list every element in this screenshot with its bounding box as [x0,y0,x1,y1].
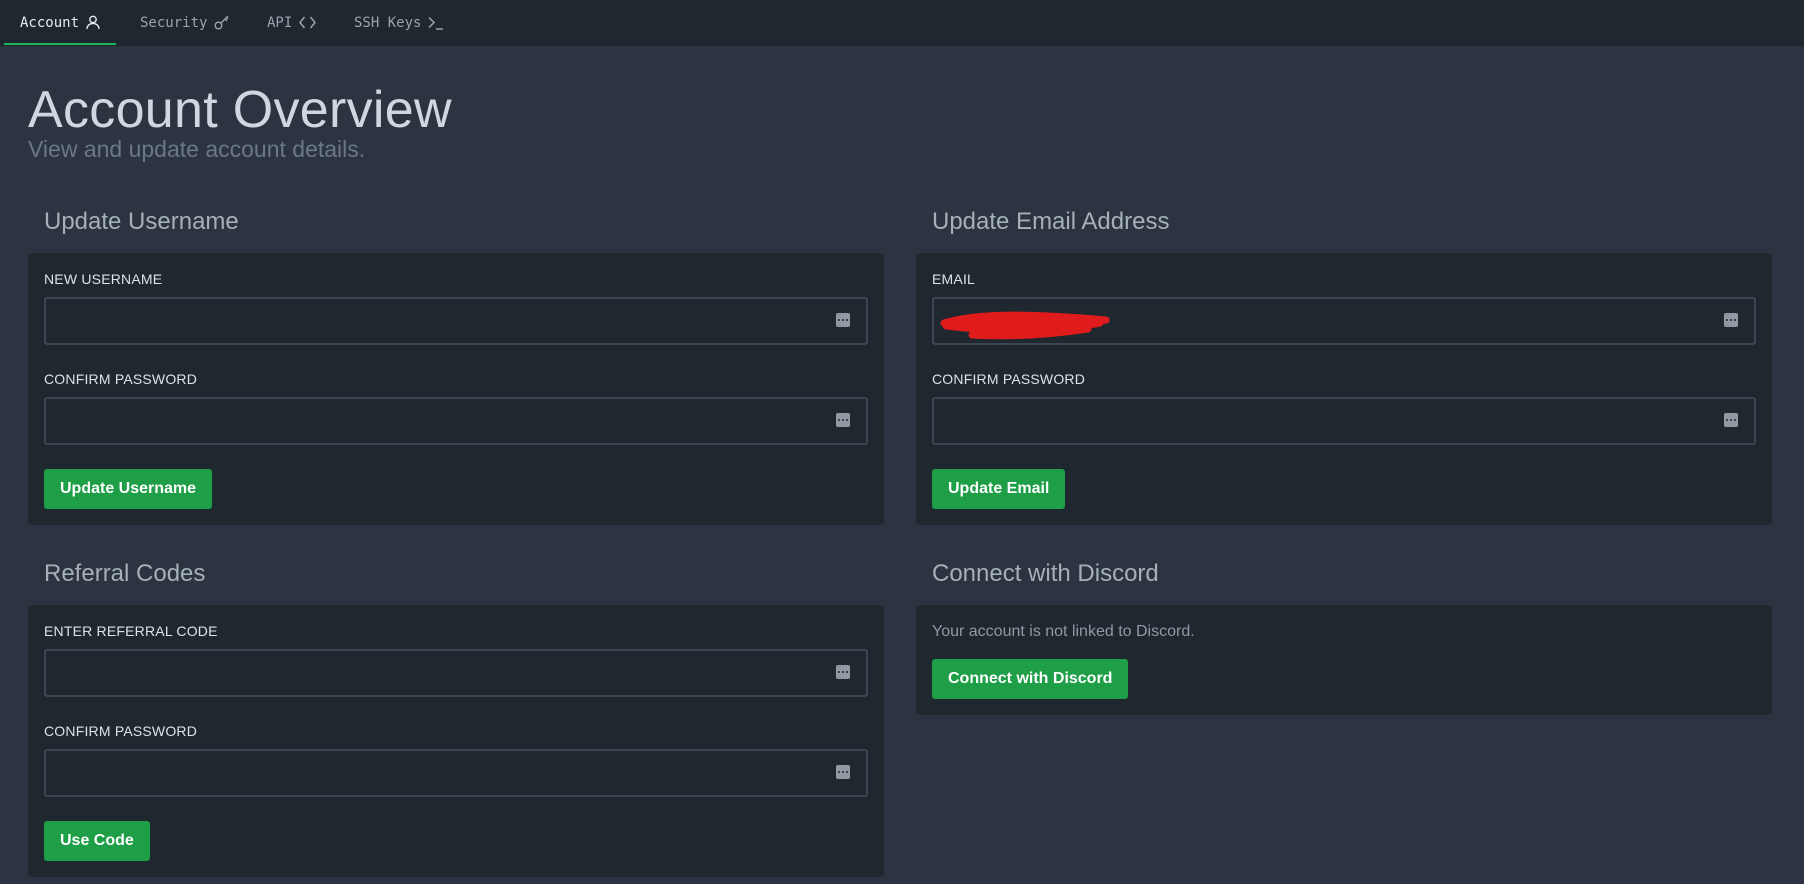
username-confirm-password-input[interactable] [46,399,866,443]
new-username-input[interactable] [46,299,866,343]
username-confirm-password-label: CONFIRM PASSWORD [44,371,198,387]
tab-ssh-keys-label: SSH Keys [354,14,422,31]
email-confirm-password-label: CONFIRM PASSWORD [932,371,1086,387]
email-field [932,297,1756,345]
email-label: EMAIL [932,271,976,287]
autofill-menu-icon[interactable] [836,665,850,679]
tab-api-label: API [267,14,293,31]
user-icon [86,15,100,30]
referral-code-label: ENTER REFERRAL CODE [44,623,218,639]
tab-security-label: Security [140,14,208,31]
connect-discord-button[interactable]: Connect with Discord [932,659,1129,699]
autofill-menu-icon[interactable] [836,765,850,779]
tab-ssh-keys[interactable]: SSH Keys [354,0,444,45]
redaction-scribble [940,311,1110,340]
discord-status-text: Your account is not linked to Discord. [932,623,1195,640]
email-confirm-password-field [932,397,1756,445]
top-navigation: Account Security API SSH Keys [0,0,1804,46]
key-icon [214,15,230,30]
tab-security[interactable]: Security [140,0,230,45]
referral-confirm-password-input[interactable] [46,751,866,795]
page-subtitle: View and update account details. [28,136,366,162]
code-brackets-icon [299,16,317,29]
update-username-title: Update Username [44,208,239,235]
referral-confirm-password-field [44,749,868,797]
terminal-prompt-icon [428,16,444,30]
autofill-menu-icon[interactable] [836,313,850,327]
page-title: Account Overview [28,81,452,139]
autofill-menu-icon[interactable] [1724,413,1738,427]
referral-code-field [44,649,868,697]
autofill-menu-icon[interactable] [1724,313,1738,327]
referral-codes-title: Referral Codes [44,560,206,587]
username-confirm-password-field [44,397,868,445]
update-username-card: NEW USERNAME CONFIRM PASSWORD Update Use… [28,253,884,525]
discord-card: Your account is not linked to Discord. C… [916,605,1772,715]
update-email-button[interactable]: Update Email [932,469,1066,509]
tab-account[interactable]: Account [4,0,117,45]
tab-account-label: Account [20,14,80,31]
discord-title: Connect with Discord [932,560,1159,587]
autofill-menu-icon[interactable] [836,413,850,427]
tab-api[interactable]: API [267,0,317,45]
new-username-label: NEW USERNAME [44,271,163,287]
new-username-field [44,297,868,345]
referral-confirm-password-label: CONFIRM PASSWORD [44,723,198,739]
use-code-button[interactable]: Use Code [44,821,150,861]
update-email-title: Update Email Address [932,208,1170,235]
referral-code-input[interactable] [46,651,866,695]
referral-codes-card: ENTER REFERRAL CODE CONFIRM PASSWORD Use… [28,605,884,877]
update-email-card: EMAIL CONFIRM PASSWORD Update Email [916,253,1772,525]
update-username-button[interactable]: Update Username [44,469,213,509]
email-confirm-password-input[interactable] [934,399,1754,443]
